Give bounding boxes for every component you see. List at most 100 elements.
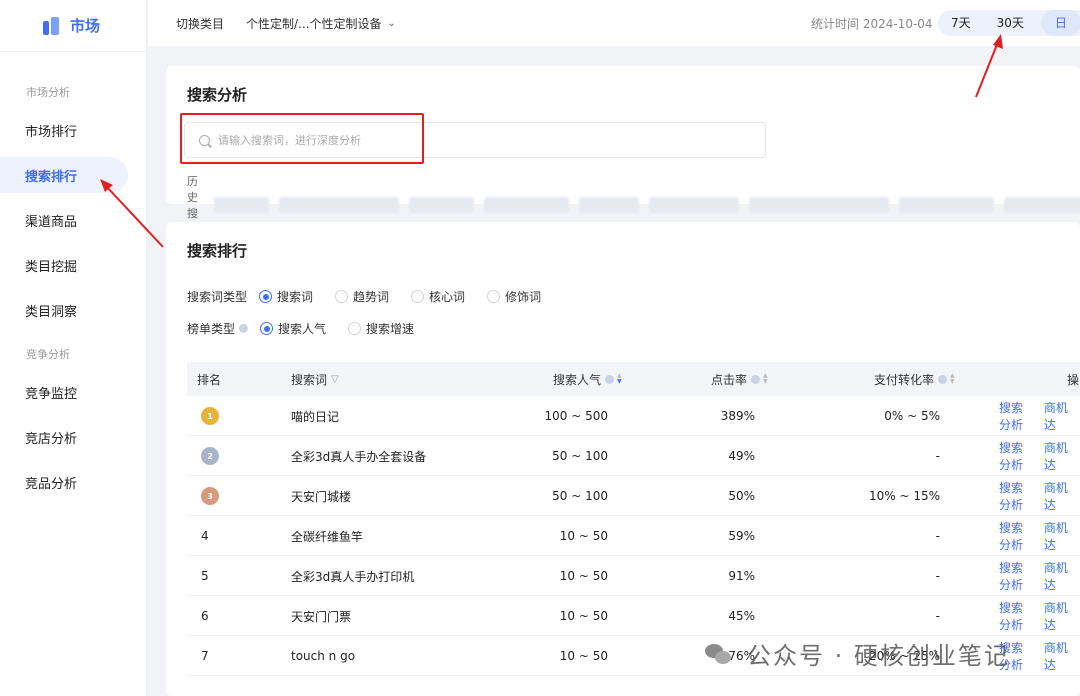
stat-time: 统计时间 2024-10-04: [811, 17, 933, 31]
sidebar-item-category-mining[interactable]: 类目挖掘: [0, 247, 146, 283]
col-popularity-label: 搜索人气: [553, 372, 602, 387]
info-icon[interactable]: [938, 374, 948, 384]
history-chip[interactable]: [278, 197, 399, 213]
col-pay-rate-label: 支付转化率: [874, 372, 935, 387]
popularity-cell: 10 ~ 50: [559, 609, 608, 623]
search-analysis-link[interactable]: 搜索分析: [999, 479, 1034, 513]
sidebar-item-shop-analysis[interactable]: 竞店分析: [0, 419, 146, 455]
history-chip[interactable]: [648, 197, 739, 213]
sidebar-item-search-rank[interactable]: 搜索排行: [0, 157, 128, 193]
range-7d-button[interactable]: 7天: [938, 10, 984, 36]
radio-modifier-word[interactable]: 修饰词: [487, 288, 541, 305]
rank-cell: 7: [201, 636, 209, 676]
rank-cell: 2: [201, 436, 219, 476]
popularity-cell: 100 ~ 500: [544, 409, 609, 423]
search-analysis-link[interactable]: 搜索分析: [999, 559, 1034, 593]
rank-number: 7: [201, 649, 209, 663]
search-analysis-link[interactable]: 搜索分析: [999, 399, 1034, 433]
info-icon[interactable]: [239, 324, 249, 333]
radio-unchecked-icon: [487, 290, 501, 303]
history-chip[interactable]: [1003, 197, 1080, 213]
opportunity-link[interactable]: 商机达: [1044, 399, 1070, 433]
search-highlight-box: [180, 113, 424, 164]
pay-rate-cell: -: [935, 609, 940, 623]
radio-label: 趋势词: [353, 290, 390, 304]
history-chip[interactable]: [578, 197, 639, 213]
action-cell: 搜索分析 商机达: [999, 636, 1080, 676]
col-popularity[interactable]: 搜索人气 ▲ ▼: [553, 371, 622, 388]
search-rank-title: 搜索排行: [187, 242, 248, 260]
opportunity-link[interactable]: 商机达: [1044, 519, 1070, 553]
col-word[interactable]: 搜索词 ▽: [291, 371, 339, 388]
table-row[interactable]: 4 全碳纤维鱼竿 10 ~ 50 59% - 搜索分析 商机达: [187, 516, 1080, 556]
history-chip[interactable]: [483, 197, 569, 213]
range-30d-button[interactable]: 30天: [984, 10, 1037, 36]
table-row[interactable]: 2 全彩3d真人手办全套设备 50 ~ 100 49% - 搜索分析 商机达: [187, 436, 1080, 476]
pay-rate-cell: 10% ~ 15%: [868, 489, 940, 503]
radio-search-popularity[interactable]: 搜索人气: [260, 320, 326, 337]
history-chip[interactable]: [898, 197, 994, 213]
col-ctr[interactable]: 点击率 ▲ ▼: [711, 371, 768, 388]
search-analysis-link[interactable]: 搜索分析: [999, 519, 1034, 553]
sort-icon[interactable]: ▲ ▼: [617, 373, 622, 385]
rank-cell: 6: [201, 596, 209, 636]
sidebar-item-category-insight[interactable]: 类目洞察: [0, 292, 146, 328]
radio-search-growth[interactable]: 搜索增速: [348, 320, 414, 337]
table-row[interactable]: 3 天安门城楼 50 ~ 100 50% 10% ~ 15% 搜索分析 商机达: [187, 476, 1080, 516]
category-selector-label: 个性定制/...个性定制设备: [246, 16, 382, 31]
word-cell: 全彩3d真人手办打印机: [291, 569, 415, 584]
opportunity-link[interactable]: 商机达: [1044, 439, 1070, 473]
date-range-tabs: 7天 30天 日: [938, 10, 1080, 36]
action-cell: 搜索分析 商机达: [999, 436, 1080, 476]
ctr-cell: 59%: [728, 529, 755, 543]
radio-core-word[interactable]: 核心词: [411, 288, 465, 305]
radio-checked-icon: [260, 322, 274, 335]
sidebar-item-market-rank[interactable]: 市场排行: [0, 112, 146, 148]
rank-cell: 1: [201, 396, 219, 436]
col-word-label: 搜索词: [291, 372, 328, 387]
sidebar-group-market: 市场分析: [26, 86, 70, 99]
action-cell: 搜索分析 商机达: [999, 556, 1080, 596]
history-chip[interactable]: [408, 197, 474, 213]
sidebar-item-competition-monitor[interactable]: 竞争监控: [0, 374, 146, 410]
table-row[interactable]: 1 喵的日记 100 ~ 500 389% 0% ~ 5% 搜索分析 商机达: [187, 396, 1080, 436]
radio-search-word[interactable]: 搜索词: [259, 288, 313, 305]
range-day-button[interactable]: 日: [1040, 10, 1080, 36]
popularity-cell: 50 ~ 100: [552, 489, 608, 503]
sidebar-item-channel-goods[interactable]: 渠道商品: [0, 202, 146, 238]
wechat-icon: [705, 642, 735, 666]
popularity-cell: 10 ~ 50: [559, 649, 608, 663]
pay-rate-cell: -: [935, 569, 940, 583]
history-chip[interactable]: [748, 197, 889, 213]
opportunity-link[interactable]: 商机达: [1044, 639, 1070, 673]
table-row[interactable]: 6 天安门门票 10 ~ 50 45% - 搜索分析 商机达: [187, 596, 1080, 636]
sort-icon[interactable]: ▲ ▼: [950, 373, 955, 385]
opportunity-link[interactable]: 商机达: [1044, 559, 1070, 593]
opportunity-link[interactable]: 商机达: [1044, 599, 1070, 633]
logo[interactable]: 市场: [0, 0, 146, 52]
history-chip[interactable]: [213, 197, 269, 213]
col-pay-rate[interactable]: 支付转化率 ▲ ▼: [874, 371, 955, 388]
radio-unchecked-icon: [335, 290, 349, 303]
filter-icon[interactable]: ▽: [331, 374, 339, 385]
table-row[interactable]: 5 全彩3d真人手办打印机 10 ~ 50 91% - 搜索分析 商机达: [187, 556, 1080, 596]
ctr-cell: 49%: [728, 449, 755, 463]
sidebar-item-product-analysis[interactable]: 竞品分析: [0, 464, 146, 500]
medal-icon: 1: [201, 407, 219, 425]
sort-icon[interactable]: ▲ ▼: [763, 373, 768, 385]
radio-trend-word[interactable]: 趋势词: [335, 288, 389, 305]
opportunity-link[interactable]: 商机达: [1044, 479, 1070, 513]
word-cell: touch n go: [291, 649, 356, 663]
info-icon[interactable]: [751, 374, 761, 384]
info-icon[interactable]: [605, 374, 615, 384]
history-blurred-items: [213, 197, 1080, 213]
table-body: 1 喵的日记 100 ~ 500 389% 0% ~ 5% 搜索分析 商机达 2…: [187, 396, 1080, 676]
search-analysis-link[interactable]: 搜索分析: [999, 599, 1034, 633]
word-type-filter: 搜索词类型 搜索词 趋势词 核心词 修饰词: [187, 288, 563, 305]
sidebar: 市场 市场分析 市场排行 搜索排行 渠道商品 类目挖掘 类目洞察 竞争分析 竞争…: [0, 0, 147, 696]
switch-category-link[interactable]: 切换类目: [176, 15, 224, 32]
category-selector[interactable]: 个性定制/...个性定制设备 ⌄: [246, 15, 396, 32]
word-cell: 全碳纤维鱼竿: [291, 529, 364, 544]
search-analysis-link[interactable]: 搜索分析: [999, 439, 1034, 473]
col-ctr-label: 点击率: [711, 372, 748, 387]
